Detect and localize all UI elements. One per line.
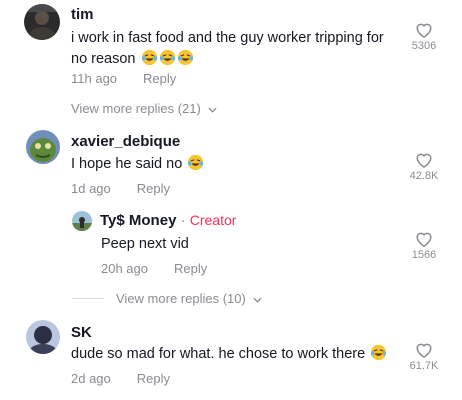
comment-text-body: i work in fast food and the guy worker t… <box>71 30 384 67</box>
avatar[interactable] <box>72 211 92 231</box>
comment-text: dude so mad for what. he chose to work t… <box>71 344 401 365</box>
laughing-crying-emoji <box>159 49 175 66</box>
heart-outline-icon <box>416 153 432 168</box>
like-count: 5306 <box>411 40 437 52</box>
laughing-crying-emoji <box>141 49 157 66</box>
heart-outline-icon <box>416 232 432 247</box>
laughing-emoji-icon <box>369 344 387 362</box>
reply-username: Ty$ Money · Creator <box>100 212 236 229</box>
view-more-replies[interactable]: View more replies (21) <box>71 101 218 116</box>
like-button[interactable]: 61.7K <box>404 342 444 372</box>
avatar[interactable] <box>26 130 60 164</box>
avatar[interactable] <box>24 4 60 40</box>
separator-dot: · <box>180 212 186 229</box>
comment-meta: 11h ago Reply <box>71 71 176 86</box>
comment-username[interactable]: tim <box>71 6 94 23</box>
reply-text: Peep next vid <box>101 236 189 252</box>
comment-time: 2d ago <box>71 371 111 386</box>
comment-text: i work in fast food and the guy worker t… <box>71 28 391 70</box>
avatar[interactable] <box>26 320 60 354</box>
reply-button[interactable]: Reply <box>137 181 170 196</box>
divider <box>72 298 104 299</box>
comment-meta: 1d ago Reply <box>71 181 170 196</box>
comment-meta: 2d ago Reply <box>71 371 170 386</box>
laughing-crying-emoji <box>188 154 204 171</box>
heart-outline-icon <box>416 343 432 358</box>
view-more-replies[interactable]: View more replies (10) <box>116 291 263 306</box>
creator-badge: Creator <box>189 212 237 228</box>
like-count: 1566 <box>411 249 437 261</box>
comment-text-body: dude so mad for what. he chose to work t… <box>71 346 366 362</box>
view-more-label: View more replies (10) <box>116 291 246 306</box>
laughing-emoji-icon <box>140 49 194 67</box>
reply-button[interactable]: Reply <box>137 371 170 386</box>
chevron-down-icon <box>253 297 263 303</box>
heart-outline-icon <box>416 23 432 38</box>
reply-button[interactable]: Reply <box>143 71 176 86</box>
comment-time: 11h ago <box>71 71 118 86</box>
comment-time: 1d ago <box>71 181 111 196</box>
comment-text: I hope he said no <box>71 154 391 175</box>
reply-username-text[interactable]: Ty$ Money <box>100 212 176 229</box>
reply-button[interactable]: Reply <box>174 261 207 276</box>
like-button[interactable]: 42.8K <box>404 152 444 182</box>
laughing-emoji-icon <box>186 154 204 172</box>
like-count: 42.8K <box>409 170 439 182</box>
like-button[interactable]: 1566 <box>404 231 444 261</box>
reply-meta: 20h ago Reply <box>101 261 207 276</box>
reply-time: 20h ago <box>101 261 148 276</box>
laughing-crying-emoji <box>371 344 387 361</box>
view-more-label: View more replies (21) <box>71 101 201 116</box>
comment-text-body: I hope he said no <box>71 156 183 172</box>
chevron-down-icon <box>208 107 218 113</box>
like-count: 61.7K <box>409 360 439 372</box>
like-button[interactable]: 5306 <box>404 22 444 52</box>
comment-username[interactable]: xavier_debique <box>71 133 180 150</box>
laughing-crying-emoji <box>177 49 193 66</box>
comment-username[interactable]: SK <box>71 324 92 341</box>
